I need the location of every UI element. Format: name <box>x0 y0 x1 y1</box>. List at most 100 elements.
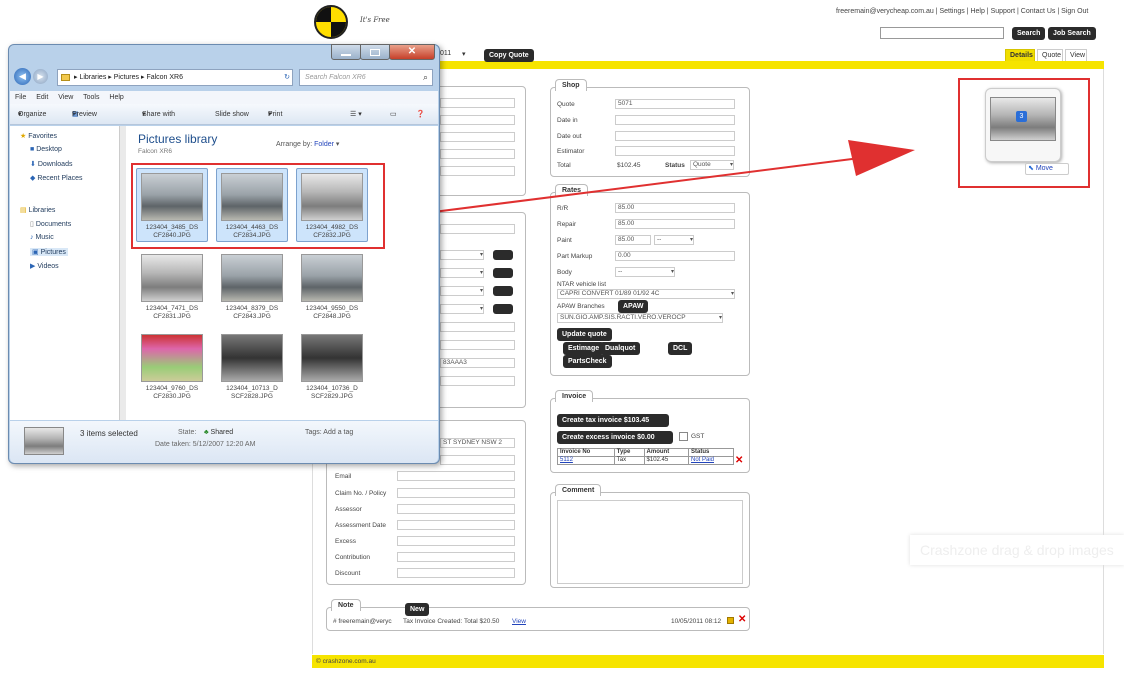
invoice-status-link[interactable]: Not Paid <box>687 456 735 465</box>
comment-textarea[interactable] <box>557 500 743 584</box>
menu-file[interactable]: File <box>15 94 26 101</box>
nav-libraries[interactable]: ▤ Libraries <box>20 206 55 214</box>
delete-note-icon[interactable]: ✕ <box>738 614 746 625</box>
close-button[interactable]: ✕ <box>389 44 435 60</box>
apaw-button[interactable]: APAW <box>618 300 649 313</box>
estimage-button[interactable]: Estimage <box>563 342 605 355</box>
address-bar[interactable]: ▸ Libraries ▸ Pictures ▸ Falcon XR6 ↻ <box>57 69 293 86</box>
new-note-button[interactable]: New <box>405 603 430 616</box>
arrange-by[interactable]: Arrange by: Folder ▾ <box>276 140 339 148</box>
nav-recent-places[interactable]: ◆ Recent Places <box>30 174 82 182</box>
explorer-window[interactable]: ✕ ◀ ▶ ▸ Libraries ▸ Pictures ▸ Falcon XR… <box>8 44 440 464</box>
menu-view[interactable]: View <box>58 94 73 101</box>
top-account-links[interactable]: freeremain@verycheap.com.au | Settings |… <box>836 8 1088 15</box>
vehicle-field-3[interactable] <box>440 340 515 350</box>
partscheck-button[interactable]: PartsCheck <box>563 355 612 368</box>
dcl-button[interactable]: DCL <box>668 342 693 355</box>
file-thumbnail-7[interactable]: 123404_9760_DS CF2830.JPG <box>136 334 208 401</box>
breadcrumb-falcon[interactable]: Falcon XR6 <box>146 74 183 81</box>
vehicle-select-2[interactable]: ▾ <box>440 268 484 278</box>
vehicle-select-1[interactable]: ▾ <box>440 250 484 260</box>
help-icon[interactable]: ❓ <box>416 104 425 125</box>
views-icon[interactable]: ☰ ▾ <box>350 104 362 125</box>
back-button[interactable]: ◀ <box>14 68 31 85</box>
file-thumbnail-6[interactable]: 123404_9550_DS CF2848.JPG <box>296 254 368 321</box>
crashzone-logo[interactable] <box>314 5 348 39</box>
update-quote-button[interactable]: Update quote <box>557 328 612 341</box>
print-button[interactable]: Print ▾ <box>268 104 282 125</box>
nav-music[interactable]: ♪ Music <box>30 234 54 241</box>
edit-note-icon[interactable] <box>727 617 734 624</box>
ntar-select[interactable]: CAPRI CONVERT 01/89 01/92 4C ▾ <box>557 289 735 299</box>
nav-scrollbar[interactable] <box>119 126 126 420</box>
discount-field[interactable] <box>397 568 515 578</box>
nav-favorites[interactable]: ★ Favorites <box>20 132 57 140</box>
delete-invoice-icon[interactable]: ✕ <box>735 455 743 466</box>
customer-field-2[interactable] <box>440 115 515 125</box>
assessment-date-field[interactable] <box>397 520 515 530</box>
file-thumbnail-8[interactable]: 123404_10713_D SCF2828.JPG <box>216 334 288 401</box>
nav-downloads[interactable]: ⬇ Downloads <box>30 160 72 168</box>
invoice-no-link[interactable]: 5112 <box>557 456 615 465</box>
nav-videos[interactable]: ▶ Videos <box>30 262 59 270</box>
dualquot-button[interactable]: Dualquot <box>600 342 641 355</box>
assessor-field[interactable] <box>397 504 515 514</box>
search-input[interactable] <box>880 27 1004 39</box>
maximize-button[interactable] <box>360 44 390 60</box>
nav-desktop[interactable]: ■ Desktop <box>30 146 62 153</box>
vin-field[interactable]: 83AAA3 <box>440 358 515 368</box>
breadcrumb-pictures[interactable]: Pictures <box>114 74 139 81</box>
share-with-button[interactable]: Share with ▾ <box>142 104 175 125</box>
copy-quote-button[interactable]: Copy Quote <box>484 49 534 62</box>
vehicle-select-3[interactable]: ▾ <box>440 286 484 296</box>
menu-help[interactable]: Help <box>109 94 123 101</box>
menu-tools[interactable]: Tools <box>83 94 99 101</box>
job-search-button[interactable]: Job Search <box>1048 27 1096 40</box>
search-icon[interactable]: ⌕ <box>423 72 428 83</box>
contribution-field[interactable] <box>397 552 515 562</box>
preview-button[interactable]: ▦ Preview ▾ <box>72 104 97 125</box>
file-thumbnail-9[interactable]: 123404_10736_D SCF2829.JPG <box>296 334 368 401</box>
vehicle-button-4[interactable] <box>493 304 513 314</box>
menu-edit[interactable]: Edit <box>36 94 48 101</box>
nav-documents[interactable]: ▯ Documents <box>30 220 71 228</box>
create-tax-invoice-button[interactable]: Create tax invoice $103.45 <box>557 414 669 427</box>
customer-field-1[interactable] <box>440 98 515 108</box>
organize-button[interactable]: Organize ▾ <box>18 104 46 125</box>
forward-button[interactable]: ▶ <box>33 69 48 84</box>
claim-no-field[interactable] <box>397 488 515 498</box>
search-button[interactable]: Search <box>1012 27 1046 40</box>
tags-field[interactable]: Tags: Add a tag <box>305 429 353 436</box>
excess-field[interactable] <box>397 536 515 546</box>
vehicle-button-2[interactable] <box>493 268 513 278</box>
vehicle-select-4[interactable]: ▾ <box>440 304 484 314</box>
nav-pictures[interactable]: ▣ Pictures <box>30 248 68 256</box>
preview-pane-icon[interactable]: ▭ <box>390 104 397 125</box>
claim-field-top[interactable] <box>440 455 515 465</box>
gst-checkbox[interactable] <box>679 432 688 441</box>
breadcrumb-libraries[interactable]: Libraries <box>79 74 106 81</box>
file-thumbnail-4[interactable]: 123404_7471_DS CF2831.JPG <box>136 254 208 321</box>
vehicle-button-1[interactable] <box>493 250 513 260</box>
dragged-images-stack[interactable]: 3 <box>985 88 1061 162</box>
address-field[interactable]: ST SYDNEY NSW 2 <box>440 438 515 448</box>
quote-dropdown-arrow-icon[interactable]: ▾ <box>462 50 466 58</box>
vehicle-field-4[interactable] <box>440 376 515 386</box>
logo-text: It's Free <box>360 16 390 24</box>
quote-field[interactable]: 5071 <box>615 99 735 109</box>
branch-select[interactable]: SUN.GIO.AMP.SIS.RACTI.VERO.VEROCP ▾ <box>557 313 723 323</box>
vehicle-button-3[interactable] <box>493 286 513 296</box>
date-in-field[interactable] <box>615 115 735 125</box>
vehicle-field-2[interactable] <box>440 322 515 332</box>
part-markup-field[interactable]: 0.00 <box>615 251 735 261</box>
assessment-date-label: Assessment Date <box>335 522 386 529</box>
slide-show-button[interactable]: Slide show <box>215 104 249 125</box>
create-excess-invoice-button[interactable]: Create excess invoice $0.00 <box>557 431 673 444</box>
file-thumbnail-5[interactable]: 123404_8379_DS CF2843.JPG <box>216 254 288 321</box>
body-select[interactable]: -- ▾ <box>615 267 675 277</box>
email-field[interactable] <box>397 471 515 481</box>
minimize-button[interactable] <box>331 44 361 60</box>
refresh-icon[interactable]: ↻ <box>284 70 290 85</box>
note-view-link[interactable]: View <box>512 618 526 625</box>
explorer-search-input[interactable]: Search Falcon XR6 <box>299 69 433 86</box>
